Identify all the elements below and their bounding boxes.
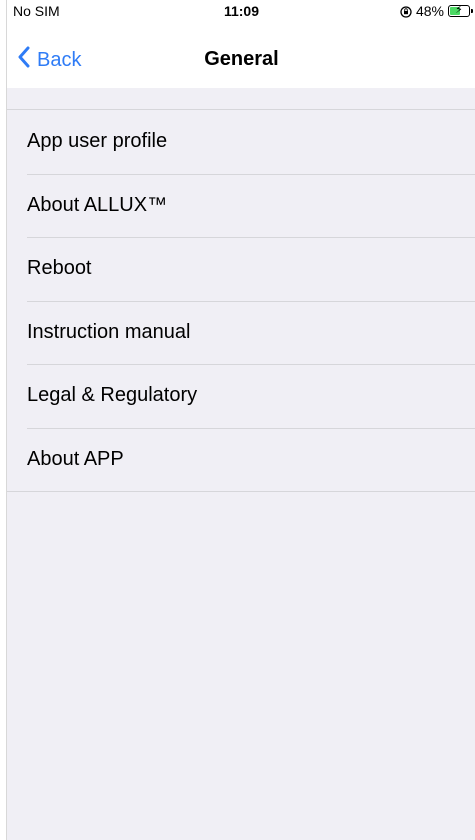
status-bar: No SIM 11:09 48% ⚡ bbox=[7, 0, 475, 22]
bolt-icon: ⚡ bbox=[455, 4, 463, 16]
battery-cap bbox=[471, 9, 473, 13]
rotation-lock-icon bbox=[400, 5, 412, 18]
list-item-reboot[interactable]: Reboot bbox=[7, 237, 475, 301]
list-item-instruction-manual[interactable]: Instruction manual bbox=[7, 300, 475, 365]
settings-list: App user profile About ALLUX™ Reboot Ins… bbox=[7, 109, 475, 492]
status-right: 48% ⚡ bbox=[400, 3, 473, 19]
page-title: General bbox=[204, 48, 279, 70]
list-item-about-allux[interactable]: About ALLUX™ bbox=[7, 173, 475, 238]
list-item-app-user-profile[interactable]: App user profile bbox=[7, 110, 475, 174]
battery-charging-icon: ⚡ bbox=[448, 4, 473, 17]
app-frame: No SIM 11:09 48% ⚡ Back General App user… bbox=[6, 0, 475, 840]
battery-percent: 48% bbox=[415, 3, 444, 19]
list-item-legal-regulatory[interactable]: Legal & Regulatory bbox=[7, 364, 475, 428]
list-item-about-app[interactable]: About APP bbox=[7, 427, 475, 492]
navigation-bar: Back General bbox=[7, 22, 475, 88]
